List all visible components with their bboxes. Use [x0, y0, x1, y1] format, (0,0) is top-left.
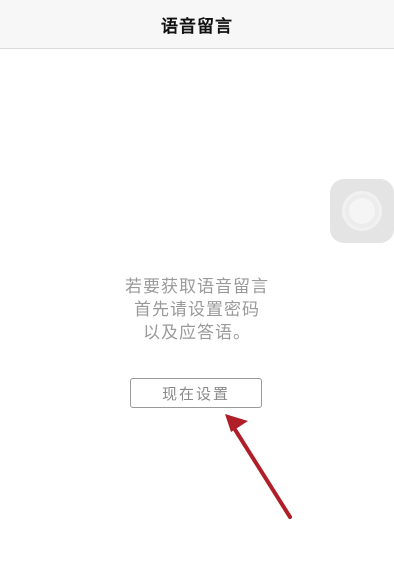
annotation-arrow-icon: [225, 414, 292, 519]
